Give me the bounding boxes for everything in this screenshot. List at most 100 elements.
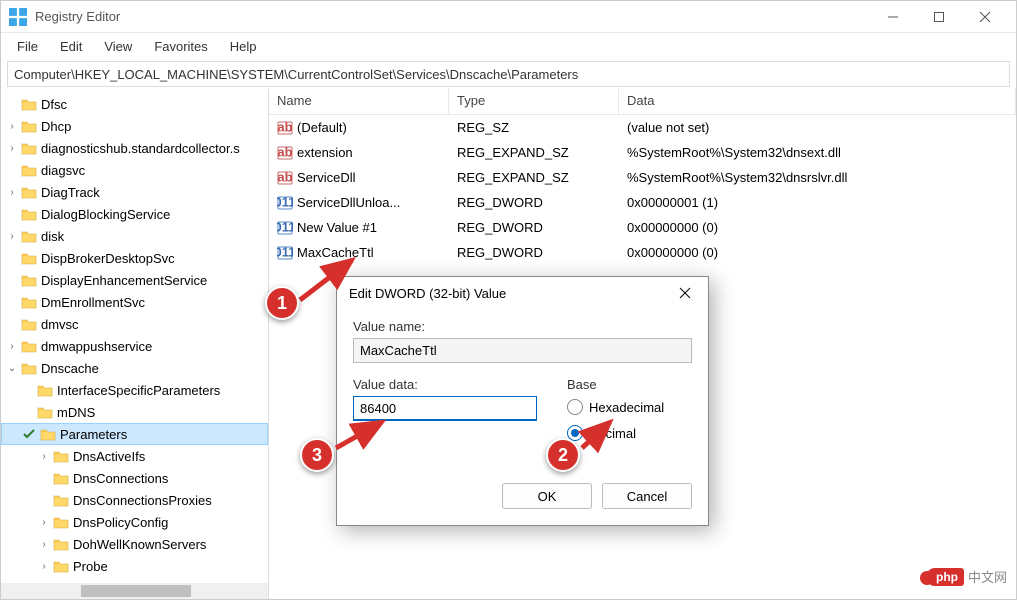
address-bar[interactable]: Computer\HKEY_LOCAL_MACHINE\SYSTEM\Curre… [7,61,1010,87]
tree-node[interactable]: DialogBlockingService [1,203,268,225]
radio-hexadecimal[interactable]: Hexadecimal [567,396,692,418]
tree-node-label: InterfaceSpecificParameters [57,383,220,398]
list-row[interactable]: 011 ServiceDllUnloa... REG_DWORD0x00000001… [269,190,1016,215]
tree-node[interactable]: DmEnrollmentSvc [1,291,268,313]
tree-node-label: DnsActiveIfs [73,449,145,464]
tree-node[interactable]: ›DohWellKnownServers [1,533,268,555]
dialog-close-button[interactable] [674,282,696,304]
tree-node-label: mDNS [57,405,95,420]
tree-panel: Dfsc›Dhcp›diagnosticshub.standardcollect… [1,89,269,599]
tree-node[interactable]: › diagnosticshub.standardcollector.s [1,137,268,159]
tree[interactable]: Dfsc›Dhcp›diagnosticshub.standardcollect… [1,89,268,599]
annotation-badge-3: 3 [300,438,334,472]
tree-node[interactable]: Parameters [1,423,268,445]
tree-node[interactable]: ›Dhcp [1,115,268,137]
tree-node-label: DnsPolicyConfig [73,515,168,530]
value-name-label: Value name: [353,319,692,334]
dialog-title: Edit DWORD (32-bit) Value [349,286,674,301]
column-header-name[interactable]: Name [269,89,449,114]
annotation-arrow-1 [296,254,362,306]
column-header-data[interactable]: Data [619,89,1016,114]
menu-view[interactable]: View [94,36,142,57]
chevron-icon: ⌄ [5,363,19,374]
tree-node[interactable]: DispBrokerDesktopSvc [1,247,268,269]
tree-node[interactable]: DisplayEnhancementService [1,269,268,291]
maximize-icon [933,11,945,23]
value-type: REG_EXPAND_SZ [449,145,619,160]
app-icon [9,8,27,26]
php-badge: php [926,568,964,586]
maximize-button[interactable] [916,2,962,32]
svg-text:011: 011 [277,195,293,210]
tree-node[interactable]: mDNS [1,401,268,423]
tree-node[interactable]: dmvsc [1,313,268,335]
tree-node-label: DialogBlockingService [41,207,170,222]
tree-horizontal-scrollbar[interactable] [1,583,268,599]
tree-node-label: DispBrokerDesktopSvc [41,251,175,266]
value-data: 0x00000001 (1) [619,195,1016,210]
menu-help[interactable]: Help [220,36,267,57]
value-name: (Default) [297,120,347,135]
list-row[interactable]: 011New Value #1REG_DWORD0x00000000 (0) [269,215,1016,240]
tree-node[interactable]: DnsConnections [1,467,268,489]
edit-dword-dialog: Edit DWORD (32-bit) Value Value name: Va… [336,276,709,526]
tree-node[interactable]: ›DnsActiveIfs [1,445,268,467]
tree-node[interactable]: ›Probe [1,555,268,577]
list-row[interactable]: abextensionREG_EXPAND_SZ%SystemRoot%\Sys… [269,140,1016,165]
value-name: ServiceDll [297,170,356,185]
cancel-button[interactable]: Cancel [602,483,692,509]
tree-node-label: DisplayEnhancementService [41,273,207,288]
value-name: New Value #1 [297,220,377,235]
list-row[interactable]: 011MaxCacheTtlREG_DWORD0x00000000 (0) [269,240,1016,265]
titlebar: Registry Editor [1,1,1016,33]
value-name-field[interactable] [353,338,692,363]
close-icon [979,11,991,23]
radio-hex-label: Hexadecimal [589,400,664,415]
tree-node-label: DnsConnections [73,471,168,486]
ok-button[interactable]: OK [502,483,592,509]
value-type: REG_SZ [449,120,619,135]
value-type: REG_DWORD [449,245,619,260]
radio-icon [567,399,583,415]
list-row[interactable]: ab (Default) REG_SZ(value not set) [269,115,1016,140]
value-type: REG_DWORD [449,195,619,210]
menu-file[interactable]: File [7,36,48,57]
tree-node[interactable]: ›DnsPolicyConfig [1,511,268,533]
value-name: ServiceDllUnloa... [297,195,400,210]
value-data-label: Value data: [353,377,537,392]
annotation-badge-1: 1 [265,286,299,320]
tree-node[interactable]: ›disk [1,225,268,247]
column-header-type[interactable]: Type [449,89,619,114]
value-data: (value not set) [619,120,1016,135]
minimize-button[interactable] [870,2,916,32]
watermark-cn: 中文网 [968,567,1007,586]
base-label: Base [567,377,692,392]
svg-text:ab: ab [277,145,292,160]
tree-node[interactable]: Dfsc [1,93,268,115]
chevron-icon: › [5,231,19,242]
svg-text:ab: ab [277,120,292,135]
tree-node[interactable]: diagsvc [1,159,268,181]
watermark: php 中文网 [926,567,1007,586]
tree-node-label: diagnosticshub.standardcollector.s [41,141,240,156]
chevron-icon: › [5,143,19,154]
tree-node[interactable]: InterfaceSpecificParameters [1,379,268,401]
chevron-icon: › [37,561,51,572]
tree-node[interactable]: ›DiagTrack [1,181,268,203]
list-header: Name Type Data [269,89,1016,115]
tree-node-label: Dnscache [41,361,99,376]
scrollbar-thumb[interactable] [81,585,191,597]
annotation-arrow-2 [578,416,618,454]
dialog-titlebar: Edit DWORD (32-bit) Value [337,277,708,309]
tree-node[interactable]: ⌄ Dnscache [1,357,268,379]
menu-favorites[interactable]: Favorites [144,36,217,57]
value-data: 0x00000000 (0) [619,245,1016,260]
tree-node[interactable]: DnsConnectionsProxies [1,489,268,511]
tree-node[interactable]: ›dmwappushservice [1,335,268,357]
menu-edit[interactable]: Edit [50,36,92,57]
tree-node-label: Dhcp [41,119,71,134]
tree-node-label: DiagTrack [41,185,100,200]
close-button[interactable] [962,2,1008,32]
value-type: REG_DWORD [449,220,619,235]
list-row[interactable]: abServiceDllREG_EXPAND_SZ%SystemRoot%\Sy… [269,165,1016,190]
